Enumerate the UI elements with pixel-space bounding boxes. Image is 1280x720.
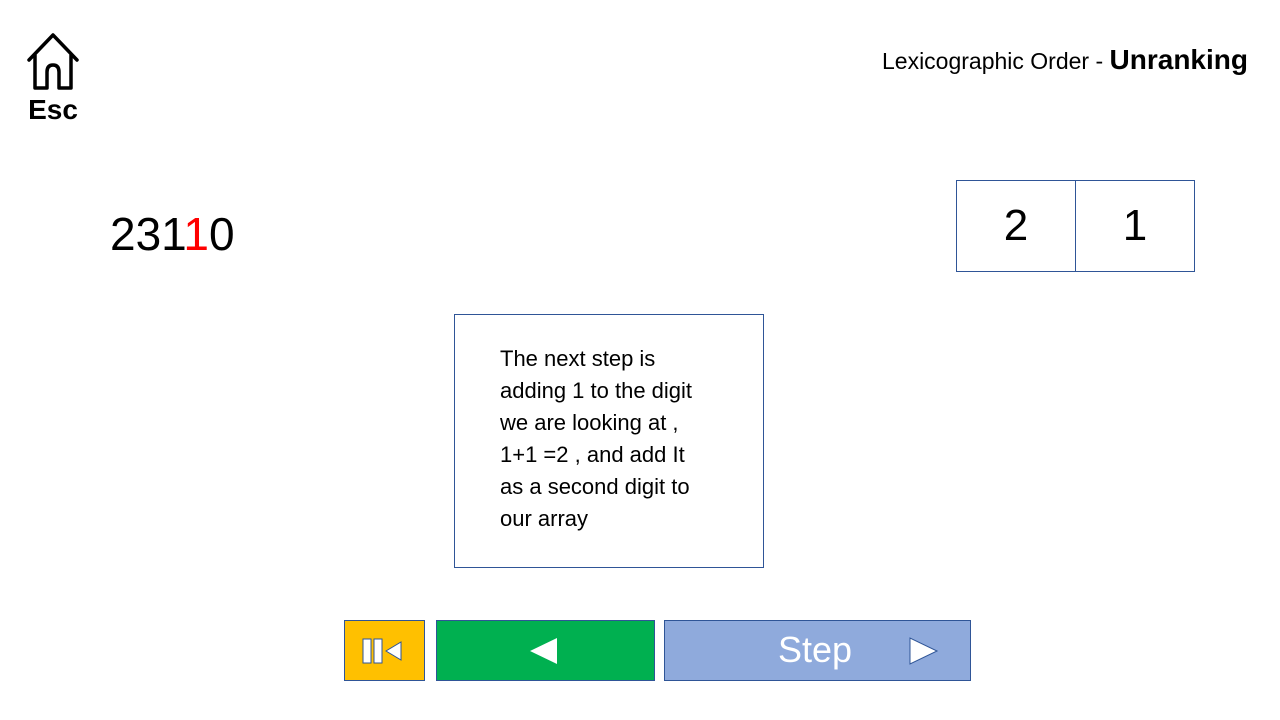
restart-button[interactable] [344,620,425,681]
restart-icon [362,638,402,664]
page-title: Lexicographic Order - Unranking [882,40,1248,81]
explanation-line: our array [500,506,589,531]
back-button[interactable] [436,620,655,681]
result-array: 2 1 [956,180,1195,272]
title-prefix: Lexicographic Order - [881,48,1110,74]
back-arrow-icon [530,638,557,664]
explanation-line: we are looking at , [500,410,679,435]
explanation-line: The next step is [500,346,656,371]
current-digit: 1 [183,208,209,260]
title-bold: Unranking [1109,44,1248,75]
home-icon [27,33,79,90]
slide: Esc Lexicographic Order - Unranking 2311… [0,0,1280,720]
explanation-line: 1+1 =2 , and add It [500,442,685,467]
explanation-line: as a second digit to [500,474,690,499]
array-cell: 1 [1075,181,1194,271]
array-cell: 2 [1003,201,1029,250]
explanation-text: The next step is adding 1 to the digit w… [500,343,736,535]
esc-label: Esc [28,94,78,125]
rank-number: 23110 [110,205,235,263]
play-arrow-icon [909,637,939,665]
home-button[interactable]: Esc [20,28,86,128]
explanation-box: The next step is adding 1 to the digit w… [454,314,764,568]
step-button[interactable]: Step [664,620,971,681]
digits-after: 0 [208,208,235,260]
explanation-line: adding 1 to the digit [500,378,693,403]
digits-before: 231 [110,208,184,260]
step-label: Step [778,629,853,670]
